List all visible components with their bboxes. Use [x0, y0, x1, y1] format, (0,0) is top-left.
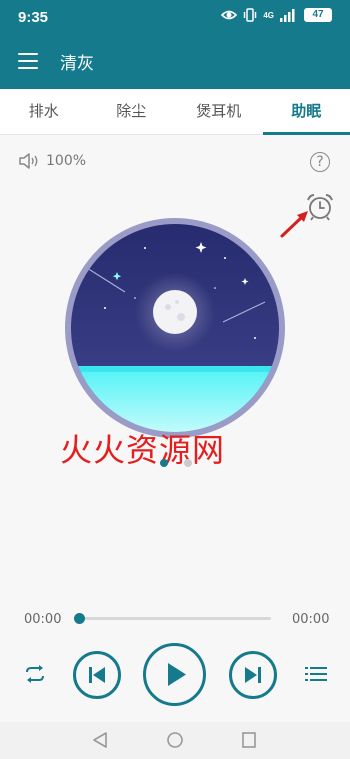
signal-icon — [280, 8, 295, 22]
system-nav-bar — [0, 722, 350, 759]
eye-icon — [221, 10, 238, 20]
app-header: 9:35 4G 47 清灰 — [0, 0, 350, 89]
vibrate-icon — [244, 8, 257, 22]
playlist-icon[interactable] — [305, 665, 327, 683]
time-elapsed: 00:00 — [24, 612, 62, 627]
tab-bar: 排水 除尘 煲耳机 助眠 — [0, 89, 350, 135]
play-button[interactable] — [143, 643, 206, 706]
menu-button[interactable] — [18, 53, 38, 69]
skip-next-icon — [245, 667, 261, 683]
back-icon[interactable] — [92, 731, 108, 749]
progress-track[interactable] — [78, 617, 271, 620]
tab-dust[interactable]: 除尘 — [88, 89, 176, 134]
help-icon[interactable]: ? — [310, 152, 330, 172]
app-title: 清灰 — [60, 54, 94, 74]
watermark-text: 火火资源网 — [60, 431, 226, 469]
battery-icon: 47 — [304, 8, 332, 22]
status-icons: 4G 47 — [221, 8, 332, 22]
network-type: 4G — [263, 10, 274, 20]
speaker-icon — [19, 153, 38, 169]
previous-button[interactable] — [73, 651, 121, 699]
recents-icon[interactable] — [241, 731, 257, 749]
repeat-icon[interactable] — [24, 665, 46, 683]
skip-previous-icon — [89, 667, 105, 683]
page-dot-active[interactable] — [160, 459, 168, 467]
play-icon — [168, 663, 186, 686]
home-icon[interactable] — [166, 731, 184, 749]
next-button[interactable] — [229, 651, 277, 699]
tab-burn-in[interactable]: 煲耳机 — [175, 89, 263, 134]
page-indicator — [160, 459, 192, 467]
sleep-cover-art — [65, 218, 285, 438]
page-dot[interactable] — [184, 459, 192, 467]
progress-thumb[interactable] — [74, 613, 85, 624]
volume-value: 100% — [46, 153, 87, 169]
tab-drain[interactable]: 排水 — [0, 89, 88, 134]
time-total: 00:00 — [292, 612, 330, 627]
tab-sleep[interactable]: 助眠 — [262, 89, 350, 135]
volume-control[interactable]: 100% — [18, 152, 86, 170]
status-time: 9:35 — [18, 9, 49, 26]
